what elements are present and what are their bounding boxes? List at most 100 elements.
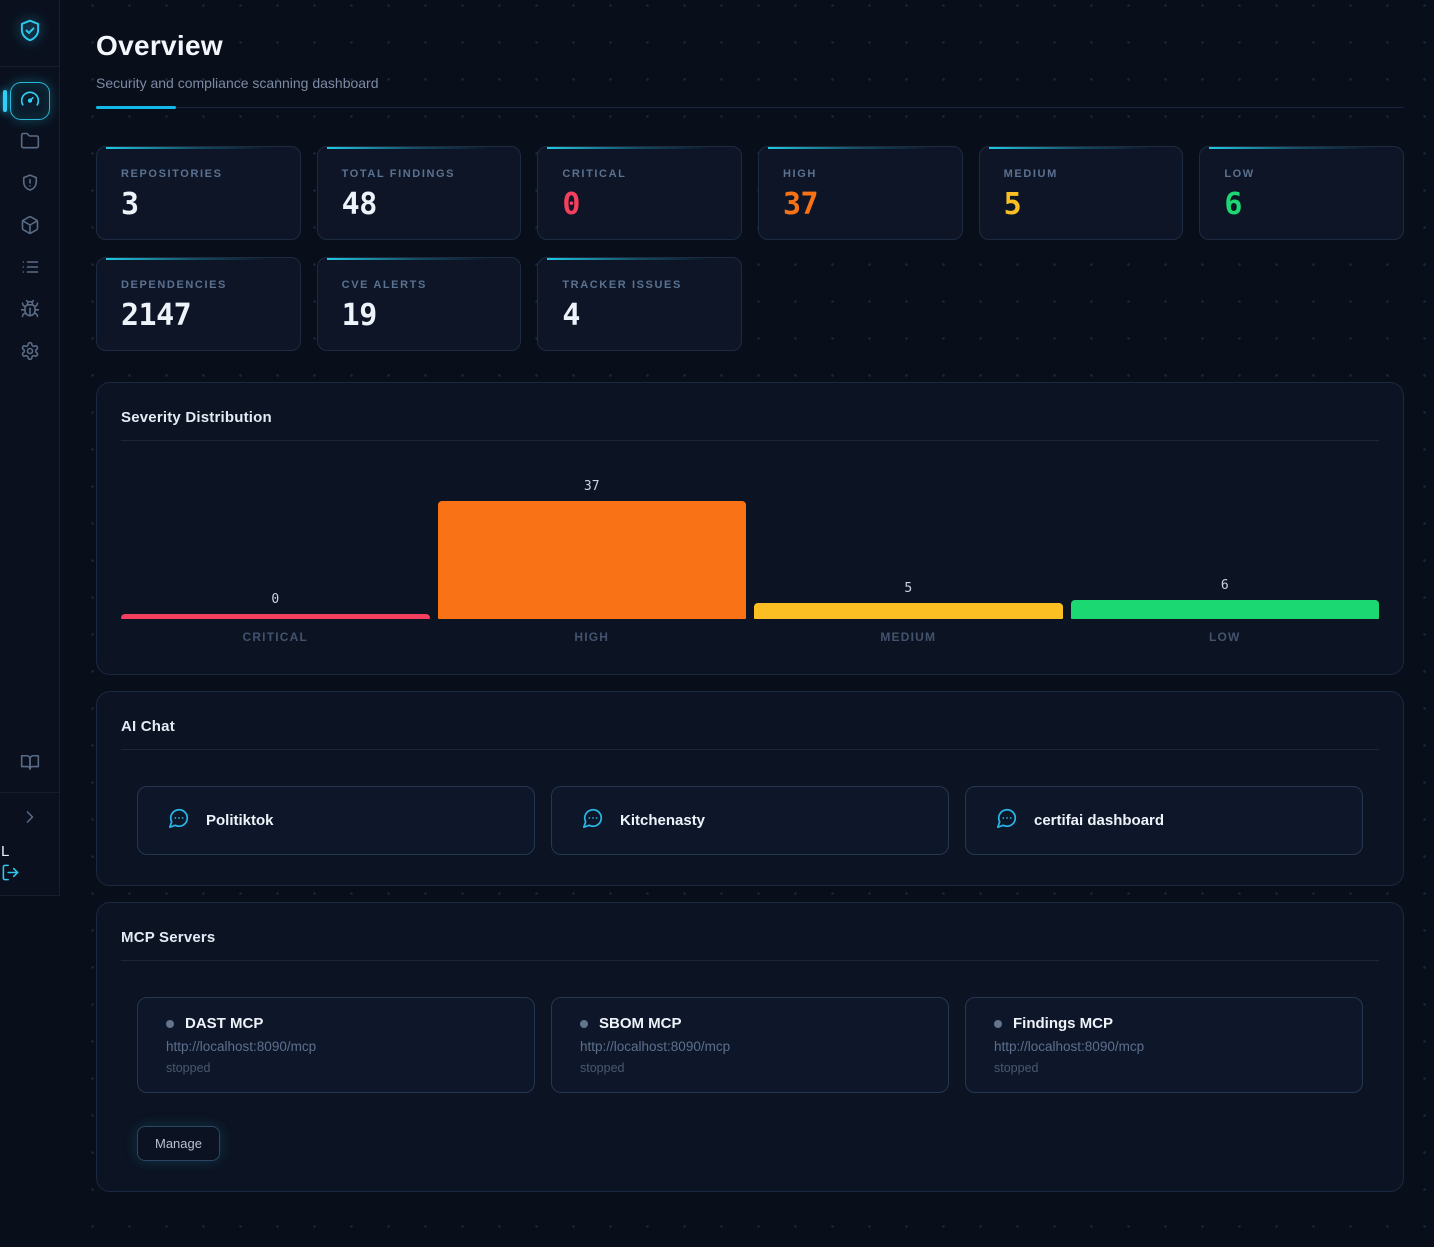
section-title: AI Chat xyxy=(121,718,1379,735)
logout-button[interactable] xyxy=(0,861,20,885)
stat-label: TOTAL FINDINGS xyxy=(342,168,497,180)
bug-icon xyxy=(20,299,40,324)
stat-value: 6 xyxy=(1224,187,1379,222)
gauge-icon xyxy=(20,89,40,114)
section-divider xyxy=(121,960,1379,961)
page-subtitle: Security and compliance scanning dashboa… xyxy=(96,75,1404,91)
bar-medium xyxy=(754,603,1063,619)
server-name: SBOM MCP xyxy=(599,1015,682,1032)
sidebar-bottom: L xyxy=(0,746,59,895)
category-label-low: LOW xyxy=(1071,630,1380,644)
stat-label: REPOSITORIES xyxy=(121,168,276,180)
mcp-servers-section: MCP Servers DAST MCP http://localhost:80… xyxy=(96,902,1404,1192)
stat-card-low: LOW 6 xyxy=(1199,146,1404,240)
sidebar-item-list[interactable] xyxy=(10,250,50,288)
server-card-sbom-mcp[interactable]: SBOM MCP http://localhost:8090/mcp stopp… xyxy=(551,997,949,1093)
category-label-high: HIGH xyxy=(438,630,747,644)
stat-value: 37 xyxy=(783,187,938,222)
stat-card-cve-alerts: CVE ALERTS 19 xyxy=(317,257,522,351)
stat-value: 48 xyxy=(342,187,497,222)
chart-category-axis: CRITICAL HIGH MEDIUM LOW xyxy=(121,630,1379,644)
chart-column-high: 37 xyxy=(438,479,747,619)
severity-distribution-section: Severity Distribution 0 37 5 6 CRITICAL … xyxy=(96,382,1404,675)
package-icon xyxy=(20,215,40,240)
stat-card-high: HIGH 37 xyxy=(758,146,963,240)
page-title: Overview xyxy=(96,30,1404,62)
bar-value-label: 6 xyxy=(1221,578,1229,593)
stat-card-repositories: REPOSITORIES 3 xyxy=(96,146,301,240)
manage-button[interactable]: Manage xyxy=(137,1126,220,1161)
section-divider xyxy=(121,749,1379,750)
bar-low xyxy=(1071,600,1380,619)
bar-value-label: 5 xyxy=(904,581,912,596)
chat-bubble-icon xyxy=(582,807,604,834)
server-status: stopped xyxy=(580,1061,920,1075)
server-url: http://localhost:8090/mcp xyxy=(580,1039,920,1054)
sidebar-item-security-findings[interactable] xyxy=(10,166,50,204)
stat-card-dependencies: DEPENDENCIES 2147 xyxy=(96,257,301,351)
chat-label: certifai dashboard xyxy=(1034,812,1164,829)
gear-icon xyxy=(20,341,40,366)
stat-card-tracker-issues: TRACKER ISSUES 4 xyxy=(537,257,742,351)
shield-check-icon xyxy=(17,18,43,49)
chart-column-critical: 0 xyxy=(121,592,430,619)
chat-item-certifai-dashboard[interactable]: certifai dashboard xyxy=(965,786,1363,855)
folder-icon xyxy=(20,131,40,156)
chat-label: Politiktok xyxy=(206,812,274,829)
collapse-sidebar-button[interactable] xyxy=(11,801,49,835)
user-label: L xyxy=(0,843,9,861)
sidebar-item-bugs[interactable] xyxy=(10,292,50,330)
server-card-findings-mcp[interactable]: Findings MCP http://localhost:8090/mcp s… xyxy=(965,997,1363,1093)
list-icon xyxy=(20,257,40,282)
stat-value: 0 xyxy=(562,187,717,222)
server-name: Findings MCP xyxy=(1013,1015,1113,1032)
user-section: L xyxy=(0,835,59,895)
chart-column-low: 6 xyxy=(1071,578,1380,619)
stat-value: 3 xyxy=(121,187,276,222)
bar-value-label: 37 xyxy=(584,479,600,494)
bar-value-label: 0 xyxy=(271,592,279,607)
stat-value: 19 xyxy=(342,298,497,333)
stat-value: 5 xyxy=(1004,187,1159,222)
chevron-right-icon xyxy=(20,807,40,830)
sidebar-item-settings[interactable] xyxy=(10,334,50,372)
sidebar-item-packages[interactable] xyxy=(10,208,50,246)
sidebar-divider xyxy=(0,792,59,793)
docs-button[interactable] xyxy=(11,746,49,780)
bar-critical xyxy=(121,614,430,619)
section-divider xyxy=(121,440,1379,441)
server-url: http://localhost:8090/mcp xyxy=(994,1039,1334,1054)
chat-item-politiktok[interactable]: Politiktok xyxy=(137,786,535,855)
server-status: stopped xyxy=(166,1061,506,1075)
sidebar-item-dashboard[interactable] xyxy=(10,82,50,120)
section-title: MCP Servers xyxy=(121,929,1379,946)
chat-item-kitchenasty[interactable]: Kitchenasty xyxy=(551,786,949,855)
sidebar-nav xyxy=(0,82,59,374)
shield-alert-icon xyxy=(20,173,40,198)
server-status-dot xyxy=(994,1020,1002,1028)
chat-list: Politiktok Kitchenasty c xyxy=(137,786,1363,855)
sidebar: L xyxy=(0,0,60,896)
chat-label: Kitchenasty xyxy=(620,812,705,829)
stat-label: DEPENDENCIES xyxy=(121,279,276,291)
stat-label: LOW xyxy=(1224,168,1379,180)
chart-column-medium: 5 xyxy=(754,581,1063,619)
book-open-icon xyxy=(20,752,40,775)
stat-value: 4 xyxy=(562,298,717,333)
server-status-dot xyxy=(580,1020,588,1028)
stat-label: MEDIUM xyxy=(1004,168,1159,180)
chat-bubble-icon xyxy=(996,807,1018,834)
server-url: http://localhost:8090/mcp xyxy=(166,1039,506,1054)
main-content: Overview Security and compliance scannin… xyxy=(61,0,1434,1247)
stat-label: CVE ALERTS xyxy=(342,279,497,291)
ai-chat-section: AI Chat Politiktok Ki xyxy=(96,691,1404,886)
server-card-dast-mcp[interactable]: DAST MCP http://localhost:8090/mcp stopp… xyxy=(137,997,535,1093)
stats-grid: REPOSITORIES 3 TOTAL FINDINGS 48 CRITICA… xyxy=(96,146,1404,351)
stat-label: TRACKER ISSUES xyxy=(562,279,717,291)
severity-bar-chart: 0 37 5 6 xyxy=(121,477,1379,619)
bar-high xyxy=(438,501,747,619)
stat-card-critical: CRITICAL 0 xyxy=(537,146,742,240)
sidebar-item-folder[interactable] xyxy=(10,124,50,162)
stat-card-total-findings: TOTAL FINDINGS 48 xyxy=(317,146,522,240)
server-list: DAST MCP http://localhost:8090/mcp stopp… xyxy=(137,997,1363,1093)
